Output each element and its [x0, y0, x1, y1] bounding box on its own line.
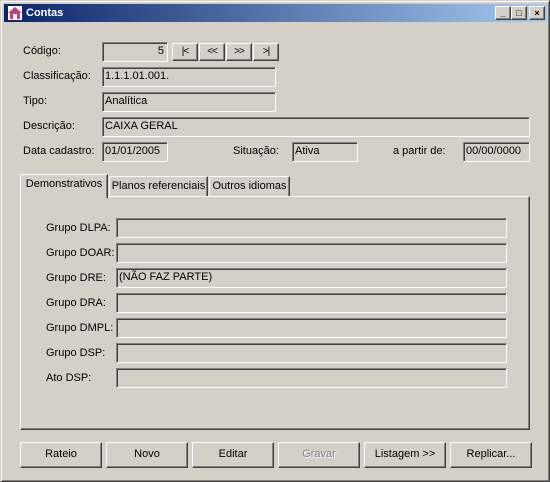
previous-record-button[interactable]: <<: [199, 43, 225, 61]
grupo-dsp-label: Grupo DSP:: [46, 347, 106, 359]
grupo-doar-label: Grupo DOAR:: [46, 247, 115, 259]
title-bar[interactable]: Contas _ □ ×: [4, 4, 547, 22]
grupo-doar-field[interactable]: [116, 243, 507, 263]
tab-demonstrativos[interactable]: Demonstrativos: [20, 174, 108, 198]
tipo-label: Tipo:: [23, 95, 48, 107]
grupo-dmpl-label: Grupo DMPL:: [46, 322, 114, 334]
grupo-dlpa-field[interactable]: [116, 218, 507, 238]
descricao-field[interactable]: CAIXA GERAL: [102, 117, 530, 137]
gravar-button[interactable]: Gravar: [278, 442, 360, 468]
situacao-field[interactable]: Ativa: [292, 142, 358, 162]
a-partir-label: a partir de:: [393, 145, 446, 157]
classificacao-label: Classificação:: [23, 70, 91, 82]
grupo-dre-label: Grupo DRE:: [46, 272, 106, 284]
house-icon: [8, 6, 22, 20]
grupo-dlpa-label: Grupo DLPA:: [46, 222, 111, 234]
tab-outros-idiomas[interactable]: Outros idiomas: [209, 176, 290, 197]
editar-button[interactable]: Editar: [192, 442, 274, 468]
grupo-dmpl-field[interactable]: [116, 318, 507, 338]
tipo-field[interactable]: Analítica: [102, 92, 276, 112]
data-cadastro-field[interactable]: 01/01/2005: [102, 142, 168, 162]
codigo-field[interactable]: 5: [102, 42, 168, 62]
window-title: Contas: [26, 7, 64, 19]
grupo-dra-label: Grupo DRA:: [46, 297, 106, 309]
first-record-button[interactable]: |<: [172, 43, 198, 61]
grupo-dra-field[interactable]: [116, 293, 507, 313]
minimize-button[interactable]: _: [495, 6, 511, 20]
descricao-label: Descrição:: [23, 120, 75, 132]
codigo-label: Código:: [23, 45, 61, 57]
last-record-button[interactable]: >|: [253, 43, 279, 61]
maximize-button[interactable]: □: [511, 6, 527, 20]
next-record-button[interactable]: >>: [226, 43, 252, 61]
rateio-button[interactable]: Rateio: [20, 442, 102, 468]
replicar-button[interactable]: Replicar...: [450, 442, 532, 468]
ato-dsp-field[interactable]: [116, 368, 507, 388]
grupo-dre-field[interactable]: (NÃO FAZ PARTE): [116, 268, 507, 288]
contas-window: Contas _ □ × Código: 5 |< << >> >| Class…: [0, 0, 550, 482]
a-partir-field[interactable]: 00/00/0000: [463, 142, 530, 162]
listagem-button[interactable]: Listagem >>: [364, 442, 446, 468]
classificacao-field[interactable]: 1.1.1.01.001.: [102, 67, 276, 87]
novo-button[interactable]: Novo: [106, 442, 188, 468]
grupo-dsp-field[interactable]: [116, 343, 507, 363]
data-cadastro-label: Data cadastro:: [23, 145, 95, 157]
situacao-label: Situação:: [233, 145, 279, 157]
tab-planos-referenciais[interactable]: Planos referenciais: [109, 176, 208, 197]
close-button[interactable]: ×: [529, 6, 545, 20]
ato-dsp-label: Ato DSP:: [46, 372, 92, 384]
